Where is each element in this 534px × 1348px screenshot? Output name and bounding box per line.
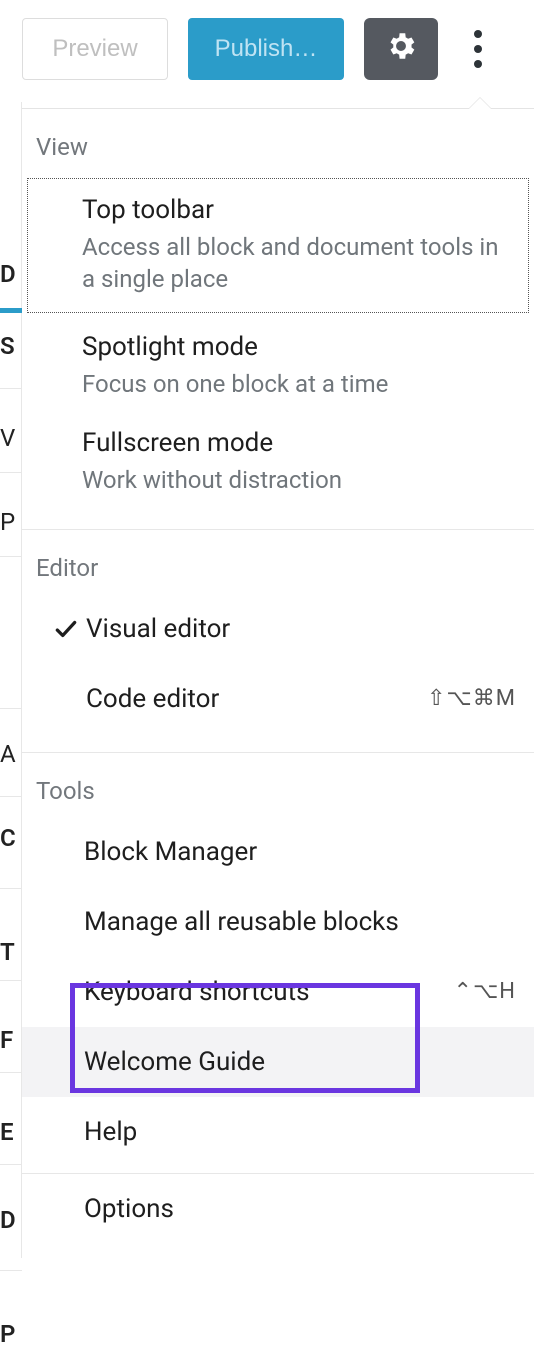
bg-text: V [0,424,15,452]
bg-rule [0,1164,22,1165]
tool-item-options[interactable]: Options [22,1174,534,1244]
bg-rule [0,1270,22,1271]
publish-button[interactable]: Publish… [188,18,344,80]
editor-item-label: Code editor [86,684,219,714]
tool-item-block-manager[interactable]: Block Manager [22,817,534,887]
tool-item-welcome-guide[interactable]: Welcome Guide [22,1027,534,1097]
keyboard-shortcut: ⌃⌥H [454,979,516,1004]
bg-text: S [0,332,15,360]
view-item-spotlight-mode[interactable]: Spotlight mode Focus on one block at a t… [22,318,534,414]
settings-button[interactable] [364,18,438,80]
dropdown-arrow-icon [468,98,492,110]
view-item-fullscreen-mode[interactable]: Fullscreen mode Work without distraction [22,414,534,510]
bg-rule [0,980,22,981]
view-item-top-toolbar[interactable]: Top toolbar Access all block and documen… [22,173,534,318]
check-icon [46,616,86,642]
tool-item-label: Block Manager [84,837,257,867]
bg-rule [0,796,22,797]
more-options-dropdown: View Top toolbar Access all block and do… [22,108,534,1258]
gear-icon [384,29,418,70]
tool-item-label: Welcome Guide [84,1047,265,1077]
tool-item-help[interactable]: Help [22,1097,534,1167]
view-section-label: View [22,109,534,173]
bg-text: D [0,260,16,288]
view-item-desc: Work without distraction [82,464,514,496]
tool-item-keyboard-shortcuts[interactable]: Keyboard shortcuts ⌃⌥H [22,957,534,1027]
bg-text: P [0,508,15,536]
bg-text: A [0,740,16,768]
bg-text: D [0,1206,16,1234]
more-options-button[interactable] [458,30,498,68]
kebab-dot-icon [474,45,482,53]
kebab-dot-icon [474,60,482,68]
keyboard-shortcut: ⇧⌥⌘M [427,686,516,711]
view-item-desc: Focus on one block at a time [82,368,514,400]
tool-item-label: Manage all reusable blocks [84,907,399,937]
editor-toolbar: Preview Publish… [0,0,534,102]
bg-text: F [0,1026,13,1054]
background-sidebar: D S V P A C T F E D P [0,102,22,1258]
bg-rule [0,388,22,389]
tool-item-label: Help [84,1117,137,1147]
bg-text: E [0,1118,14,1146]
view-item-desc: Access all block and document tools in a… [82,231,514,296]
bg-underline [0,308,22,313]
bg-text: C [0,824,16,852]
bg-rule [0,472,22,473]
kebab-dot-icon [474,30,482,38]
view-item-title: Top toolbar [82,195,514,225]
editor-item-visual-editor[interactable]: Visual editor [22,594,534,664]
editor-item-label: Visual editor [86,614,230,644]
bg-rule [0,1072,22,1073]
tools-section-label: Tools [22,753,534,817]
bg-rule [0,708,22,709]
bg-rule [0,888,22,889]
editor-section-label: Editor [22,530,534,594]
preview-button[interactable]: Preview [22,18,168,80]
bg-text: P [0,1320,15,1348]
bg-rule [0,556,22,557]
tool-item-label: Keyboard shortcuts [84,977,310,1007]
view-item-title: Fullscreen mode [82,428,514,458]
bg-text: T [0,938,15,966]
editor-item-code-editor[interactable]: Code editor ⇧⌥⌘M [22,664,534,734]
tool-item-manage-reusable-blocks[interactable]: Manage all reusable blocks [22,887,534,957]
tool-item-label: Options [84,1194,174,1224]
view-item-title: Spotlight mode [82,332,514,362]
